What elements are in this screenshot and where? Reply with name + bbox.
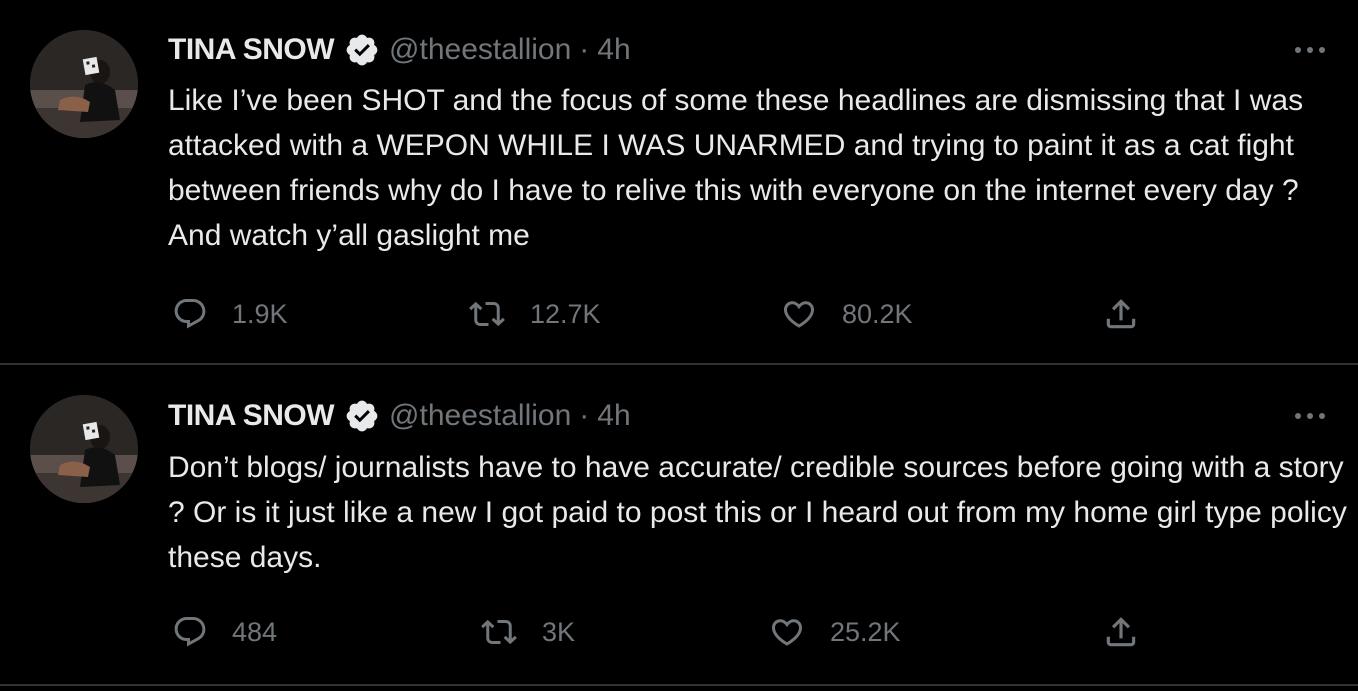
like-button[interactable]: 80.2K (780, 294, 913, 334)
reply-icon (172, 614, 208, 650)
tweet-text: Like I’ve been SHOT and the focus of som… (168, 84, 1304, 252)
share-button[interactable] (1102, 294, 1140, 334)
tweet-divider (0, 684, 1358, 686)
user-handle[interactable]: @theestallion (389, 33, 571, 67)
avatar-photo (30, 395, 138, 503)
tweet-header: TINA SNOW @theestallion · 4h (168, 396, 631, 436)
user-handle[interactable]: @theestallion (389, 399, 571, 433)
separator-dot: · (579, 399, 590, 432)
heart-icon (780, 296, 818, 332)
avatar[interactable] (30, 395, 138, 503)
verified-badge-icon (344, 32, 380, 68)
timestamp[interactable]: 4h (597, 399, 630, 433)
display-name[interactable]: TINA SNOW (168, 33, 335, 67)
avatar[interactable] (30, 30, 138, 138)
more-dots-icon[interactable] (1292, 40, 1328, 60)
tweet[interactable]: TINA SNOW @theestallion · 4h Don’t blogs… (0, 365, 1358, 685)
display-name[interactable]: TINA SNOW (168, 399, 335, 433)
verified-badge-icon (344, 398, 380, 434)
reply-count: 1.9K (232, 298, 288, 329)
separator-dot: · (579, 33, 590, 66)
tweet-text: Don’t blogs/ journalists have to have ac… (168, 451, 1347, 574)
retweet-button[interactable]: 12.7K (468, 294, 601, 334)
avatar-photo (30, 30, 138, 138)
reply-button[interactable]: 484 (172, 612, 277, 652)
tweet-header: TINA SNOW @theestallion · 4h (168, 30, 631, 70)
retweet-count: 12.7K (530, 298, 601, 329)
tweet-actions: 1.9K 12.7K 80.2K (168, 294, 1168, 334)
reply-count: 484 (232, 616, 278, 647)
retweet-count: 3K (542, 616, 576, 647)
share-icon (1102, 613, 1140, 651)
retweet-button[interactable]: 3K (480, 612, 575, 652)
more-dots-icon[interactable] (1292, 406, 1328, 426)
retweet-icon (480, 614, 518, 650)
tweet-actions: 484 3K 25.2K (168, 612, 1168, 652)
like-button[interactable]: 25.2K (768, 612, 901, 652)
share-icon (1102, 295, 1140, 333)
reply-icon (172, 296, 208, 332)
timestamp[interactable]: 4h (597, 33, 630, 67)
like-count: 25.2K (830, 616, 901, 647)
like-count: 80.2K (842, 298, 913, 329)
tweet[interactable]: TINA SNOW @theestallion · 4h Like I’ve b… (0, 0, 1358, 363)
share-button[interactable] (1102, 612, 1140, 652)
retweet-icon (468, 296, 506, 332)
heart-icon (768, 614, 806, 650)
reply-button[interactable]: 1.9K (172, 294, 288, 334)
